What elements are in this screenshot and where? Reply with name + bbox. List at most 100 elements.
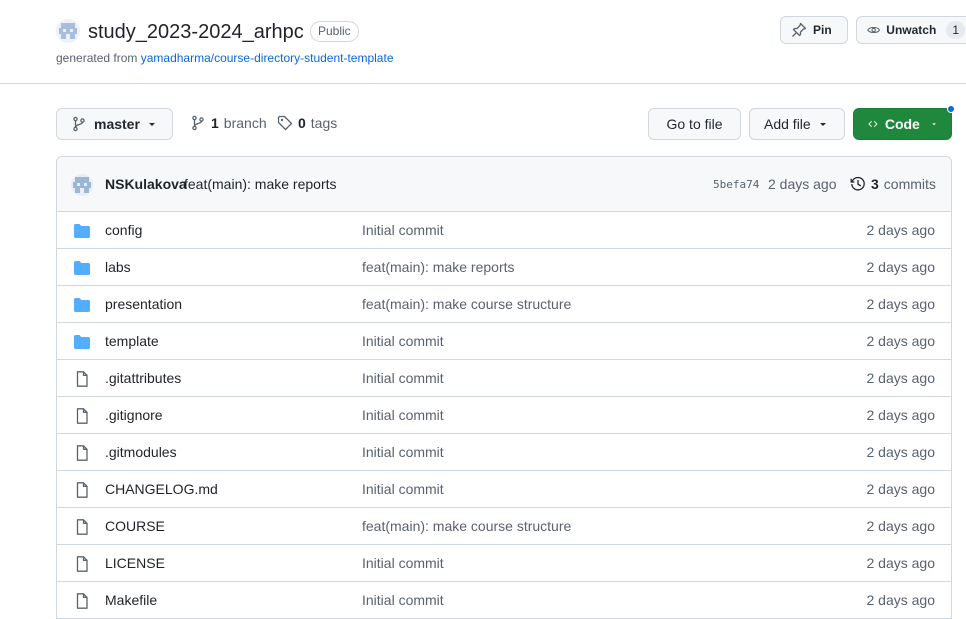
repo-header: study_2023-2024_arhpc Public generated f…: [0, 0, 966, 84]
eye-icon: [867, 26, 881, 34]
file-name-link[interactable]: presentation: [105, 296, 182, 312]
unwatch-button[interactable]: Unwatch 1: [856, 16, 966, 44]
file-commit-message[interactable]: Initial commit: [362, 481, 444, 497]
add-file-button[interactable]: Add file: [749, 108, 845, 140]
caret-down-icon: [819, 123, 826, 126]
commit-sha[interactable]: 5befa74: [713, 178, 759, 191]
watch-count: 1: [946, 21, 965, 39]
file-row[interactable]: COURSE feat(main): make course structure 2…: [57, 508, 951, 545]
file-commit-message[interactable]: Initial commit: [362, 555, 444, 571]
tag-icon: [277, 115, 293, 131]
file-row[interactable]: config Initial commit 2 days ago: [57, 212, 951, 249]
file-commit-time: 2 days ago: [866, 296, 936, 312]
file-name-link[interactable]: .gitignore: [105, 407, 163, 423]
owner-avatar[interactable]: [56, 19, 80, 43]
folder-icon: [73, 297, 91, 313]
unwatch-label: Unwatch: [886, 23, 937, 37]
history-icon: [850, 176, 865, 191]
file-icon: [73, 519, 91, 535]
branch-word: branch: [223, 115, 267, 131]
file-icon: [73, 593, 91, 609]
file-commit-time: 2 days ago: [866, 444, 936, 460]
visibility-badge: Public: [310, 21, 359, 42]
caret-down-icon: [148, 123, 155, 126]
file-commit-message[interactable]: feat(main): make course structure: [362, 518, 571, 534]
branch-name: master: [94, 116, 140, 132]
branch-icon: [192, 115, 204, 131]
code-label: Code: [884, 116, 920, 132]
tags-link[interactable]: 0 tags: [277, 115, 337, 131]
pin-icon: [792, 22, 807, 37]
author-avatar[interactable]: [71, 174, 93, 196]
file-row[interactable]: LICENSE Initial commit 2 days ago: [57, 545, 951, 582]
file-table: NSKulakova feat(main): make reports 5bef…: [56, 156, 952, 619]
file-commit-message[interactable]: Initial commit: [362, 333, 444, 349]
file-row[interactable]: CHANGELOG.md Initial commit 2 days ago: [57, 471, 951, 508]
repo-title[interactable]: study_2023-2024_arhpc: [88, 19, 304, 45]
file-icon: [73, 556, 91, 572]
notification-dot: [947, 105, 955, 113]
file-name-link[interactable]: COURSE: [105, 518, 165, 534]
file-commit-message[interactable]: feat(main): make course structure: [362, 296, 571, 312]
folder-icon: [73, 334, 91, 350]
file-commit-time: 2 days ago: [866, 407, 936, 423]
file-name-link[interactable]: .gitattributes: [105, 370, 181, 386]
file-name-link[interactable]: template: [105, 333, 159, 349]
commit-count: 3: [871, 176, 879, 192]
go-to-file-label: Go to file: [666, 116, 723, 132]
file-commit-time: 2 days ago: [866, 555, 936, 571]
tag-count: 0: [298, 115, 306, 131]
template-repo-link[interactable]: yamadharma/course-directory-student-temp…: [141, 51, 394, 65]
pin-button[interactable]: Pin: [780, 16, 848, 44]
commits-history-link[interactable]: 3 commits: [850, 176, 936, 192]
generated-from: generated from yamadharma/course-directo…: [56, 51, 394, 65]
file-name-link[interactable]: labs: [105, 259, 131, 275]
file-row[interactable]: .gitattributes Initial commit 2 days ago: [57, 360, 951, 397]
generated-from-label: generated from: [56, 51, 141, 65]
file-name-link[interactable]: .gitmodules: [105, 444, 177, 460]
file-commit-time: 2 days ago: [866, 259, 936, 275]
branches-link[interactable]: 1 branch: [190, 115, 267, 131]
caret-down-icon: [932, 123, 936, 126]
file-commit-message[interactable]: Initial commit: [362, 407, 444, 423]
folder-icon: [73, 260, 91, 276]
commit-word: commits: [883, 176, 936, 192]
file-commit-time: 2 days ago: [866, 592, 936, 608]
file-row[interactable]: .gitmodules Initial commit 2 days ago: [57, 434, 951, 471]
latest-commit-bar: NSKulakova feat(main): make reports 5bef…: [57, 157, 951, 212]
file-commit-message[interactable]: Initial commit: [362, 592, 444, 608]
file-commit-message[interactable]: Initial commit: [362, 444, 444, 460]
file-commit-message[interactable]: feat(main): make reports: [362, 259, 515, 275]
commit-message[interactable]: feat(main): make reports: [184, 176, 337, 192]
file-icon: [73, 408, 91, 424]
pin-label: Pin: [813, 23, 832, 37]
file-name-link[interactable]: Makefile: [105, 592, 157, 608]
file-row[interactable]: Makefile Initial commit 2 days ago: [57, 582, 951, 619]
file-commit-message[interactable]: Initial commit: [362, 222, 444, 238]
file-commit-time: 2 days ago: [866, 370, 936, 386]
file-icon: [73, 371, 91, 387]
file-row[interactable]: presentation feat(main): make course stru…: [57, 286, 951, 323]
file-name-link[interactable]: LICENSE: [105, 555, 165, 571]
branch-select-button[interactable]: master: [56, 108, 173, 140]
go-to-file-button[interactable]: Go to file: [648, 108, 741, 140]
file-row[interactable]: template Initial commit 2 days ago: [57, 323, 951, 360]
code-icon: [868, 121, 878, 127]
code-button[interactable]: Code: [853, 105, 955, 140]
file-commit-time: 2 days ago: [866, 518, 936, 534]
commit-author[interactable]: NSKulakova: [105, 176, 187, 192]
branch-icon: [73, 116, 85, 132]
branch-count: 1: [211, 115, 219, 131]
file-commit-time: 2 days ago: [866, 222, 936, 238]
file-name-link[interactable]: CHANGELOG.md: [105, 481, 218, 497]
file-name-link[interactable]: config: [105, 222, 142, 238]
file-commit-message[interactable]: Initial commit: [362, 370, 444, 386]
file-row[interactable]: .gitignore Initial commit 2 days ago: [57, 397, 951, 434]
folder-icon: [73, 223, 91, 239]
file-list: config Initial commit 2 days ago labs feat(m…: [57, 212, 951, 619]
file-commit-time: 2 days ago: [866, 481, 936, 497]
file-commit-time: 2 days ago: [866, 333, 936, 349]
file-icon: [73, 445, 91, 461]
tag-word: tags: [310, 115, 338, 131]
file-row[interactable]: labs feat(main): make reports 2 days ago: [57, 249, 951, 286]
